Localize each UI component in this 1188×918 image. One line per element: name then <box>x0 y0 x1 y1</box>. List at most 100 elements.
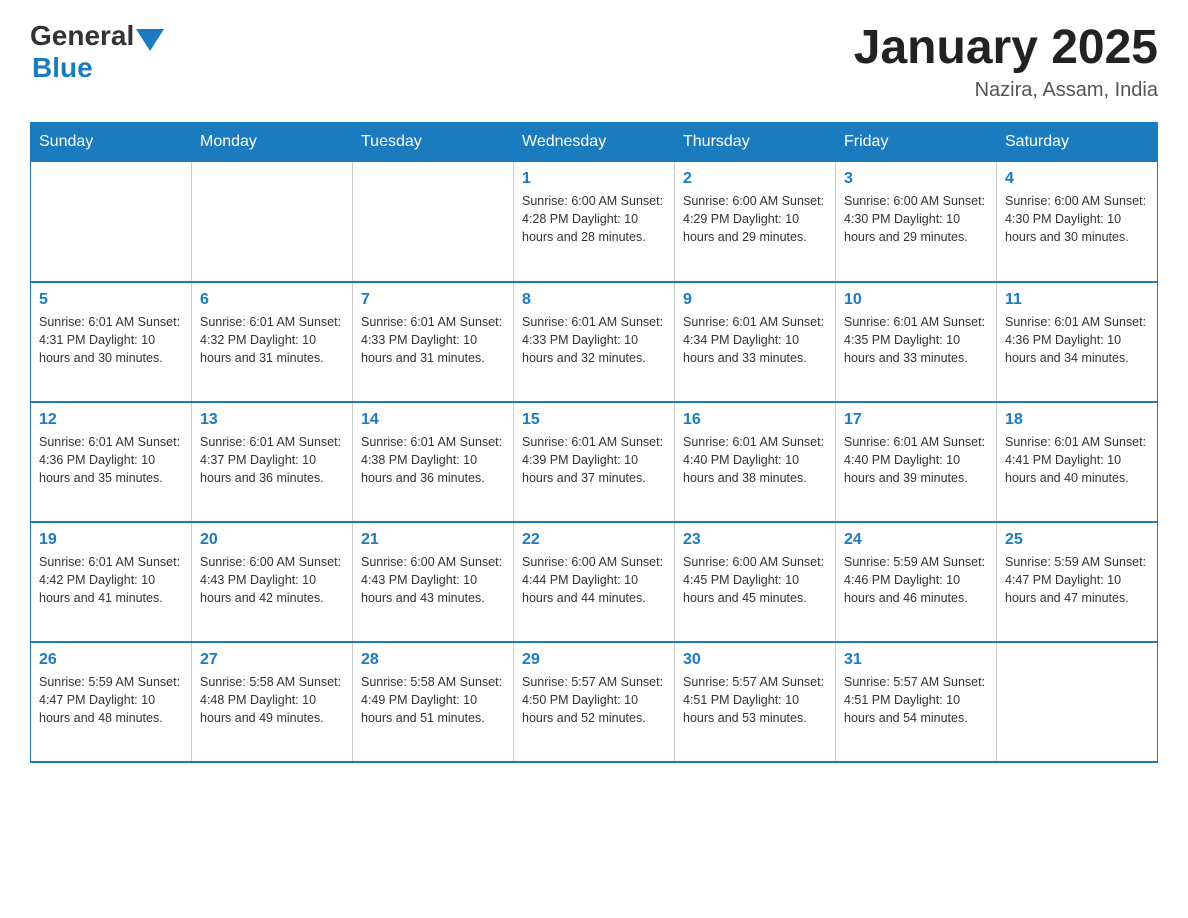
day-info: Sunrise: 6:01 AM Sunset: 4:37 PM Dayligh… <box>200 433 344 487</box>
calendar-day-cell: 17 Sunrise: 6:01 AM Sunset: 4:40 PM Dayli… <box>836 402 997 522</box>
day-number: 12 <box>39 411 183 429</box>
day-info: Sunrise: 6:00 AM Sunset: 4:43 PM Dayligh… <box>361 553 505 607</box>
day-info: Sunrise: 5:57 AM Sunset: 4:51 PM Dayligh… <box>844 673 988 727</box>
day-info: Sunrise: 6:00 AM Sunset: 4:44 PM Dayligh… <box>522 553 666 607</box>
day-info: Sunrise: 6:01 AM Sunset: 4:41 PM Dayligh… <box>1005 433 1149 487</box>
calendar-week-row: 5Sunrise: 6:01 AM Sunset: 4:31 PM Daylig… <box>31 282 1158 402</box>
calendar-day-cell: 11 Sunrise: 6:01 AM Sunset: 4:36 PM Dayli… <box>997 282 1158 402</box>
day-info: Sunrise: 5:57 AM Sunset: 4:50 PM Dayligh… <box>522 673 666 727</box>
day-info: Sunrise: 6:00 AM Sunset: 4:45 PM Dayligh… <box>683 553 827 607</box>
calendar-subtitle: Nazira, Assam, India <box>854 79 1158 102</box>
day-info: Sunrise: 6:00 AM Sunset: 4:28 PM Dayligh… <box>522 192 666 246</box>
logo-blue-text: Blue <box>32 52 164 84</box>
calendar-day-cell: 5Sunrise: 6:01 AM Sunset: 4:31 PM Daylig… <box>31 282 192 402</box>
day-number: 23 <box>683 531 827 549</box>
calendar-day-cell: 30Sunrise: 5:57 AM Sunset: 4:51 PM Dayli… <box>675 642 836 762</box>
calendar-day-cell: 9Sunrise: 6:01 AM Sunset: 4:34 PM Daylig… <box>675 282 836 402</box>
calendar-day-cell: 18 Sunrise: 6:01 AM Sunset: 4:41 PM Dayli… <box>997 402 1158 522</box>
calendar-header-row: SundayMondayTuesdayWednesdayThursdayFrid… <box>31 123 1158 162</box>
calendar-day-cell: 21 Sunrise: 6:00 AM Sunset: 4:43 PM Dayli… <box>353 522 514 642</box>
day-number: 5 <box>39 291 183 309</box>
day-info: Sunrise: 6:01 AM Sunset: 4:34 PM Dayligh… <box>683 313 827 367</box>
day-number: 14 <box>361 411 505 429</box>
day-number: 8 <box>522 291 666 309</box>
day-number: 16 <box>683 411 827 429</box>
calendar-day-cell: 27 Sunrise: 5:58 AM Sunset: 4:48 PM Dayli… <box>192 642 353 762</box>
calendar-day-cell: 3Sunrise: 6:00 AM Sunset: 4:30 PM Daylig… <box>836 162 997 282</box>
day-number: 15 <box>522 411 666 429</box>
calendar-table: SundayMondayTuesdayWednesdayThursdayFrid… <box>30 122 1158 763</box>
day-number: 30 <box>683 651 827 669</box>
calendar-day-cell: 10Sunrise: 6:01 AM Sunset: 4:35 PM Dayli… <box>836 282 997 402</box>
calendar-day-cell: 22 Sunrise: 6:00 AM Sunset: 4:44 PM Dayli… <box>514 522 675 642</box>
day-info: Sunrise: 6:01 AM Sunset: 4:35 PM Dayligh… <box>844 313 988 367</box>
day-number: 26 <box>39 651 183 669</box>
day-info: Sunrise: 5:59 AM Sunset: 4:46 PM Dayligh… <box>844 553 988 607</box>
day-info: Sunrise: 6:01 AM Sunset: 4:40 PM Dayligh… <box>844 433 988 487</box>
calendar-day-cell <box>192 162 353 282</box>
day-info: Sunrise: 5:58 AM Sunset: 4:49 PM Dayligh… <box>361 673 505 727</box>
day-number: 6 <box>200 291 344 309</box>
logo-triangle-icon <box>136 29 164 51</box>
day-of-week-header: Monday <box>192 123 353 162</box>
day-info: Sunrise: 6:00 AM Sunset: 4:30 PM Dayligh… <box>1005 192 1149 246</box>
day-number: 21 <box>361 531 505 549</box>
calendar-day-cell: 13 Sunrise: 6:01 AM Sunset: 4:37 PM Dayli… <box>192 402 353 522</box>
calendar-day-cell: 20Sunrise: 6:00 AM Sunset: 4:43 PM Dayli… <box>192 522 353 642</box>
day-number: 18 <box>1005 411 1149 429</box>
day-number: 22 <box>522 531 666 549</box>
day-info: Sunrise: 6:01 AM Sunset: 4:42 PM Dayligh… <box>39 553 183 607</box>
calendar-day-cell <box>997 642 1158 762</box>
calendar-day-cell: 8 Sunrise: 6:01 AM Sunset: 4:33 PM Daylig… <box>514 282 675 402</box>
calendar-day-cell: 14 Sunrise: 6:01 AM Sunset: 4:38 PM Dayli… <box>353 402 514 522</box>
page-header: General Blue January 2025 Nazira, Assam,… <box>30 20 1158 102</box>
day-number: 4 <box>1005 170 1149 188</box>
day-of-week-header: Tuesday <box>353 123 514 162</box>
day-number: 3 <box>844 170 988 188</box>
day-number: 17 <box>844 411 988 429</box>
calendar-day-cell <box>353 162 514 282</box>
day-number: 19 <box>39 531 183 549</box>
day-of-week-header: Thursday <box>675 123 836 162</box>
calendar-day-cell: 4 Sunrise: 6:00 AM Sunset: 4:30 PM Daylig… <box>997 162 1158 282</box>
day-number: 28 <box>361 651 505 669</box>
day-number: 2 <box>683 170 827 188</box>
day-number: 31 <box>844 651 988 669</box>
day-info: Sunrise: 6:01 AM Sunset: 4:40 PM Dayligh… <box>683 433 827 487</box>
day-number: 11 <box>1005 291 1149 309</box>
day-info: Sunrise: 6:01 AM Sunset: 4:36 PM Dayligh… <box>1005 313 1149 367</box>
calendar-week-row: 26 Sunrise: 5:59 AM Sunset: 4:47 PM Dayli… <box>31 642 1158 762</box>
day-of-week-header: Sunday <box>31 123 192 162</box>
day-info: Sunrise: 5:59 AM Sunset: 4:47 PM Dayligh… <box>39 673 183 727</box>
day-number: 27 <box>200 651 344 669</box>
calendar-day-cell: 1 Sunrise: 6:00 AM Sunset: 4:28 PM Daylig… <box>514 162 675 282</box>
calendar-day-cell: 12 Sunrise: 6:01 AM Sunset: 4:36 PM Dayli… <box>31 402 192 522</box>
day-info: Sunrise: 5:58 AM Sunset: 4:48 PM Dayligh… <box>200 673 344 727</box>
day-info: Sunrise: 6:01 AM Sunset: 4:33 PM Dayligh… <box>361 313 505 367</box>
calendar-week-row: 12 Sunrise: 6:01 AM Sunset: 4:36 PM Dayli… <box>31 402 1158 522</box>
calendar-day-cell: 28 Sunrise: 5:58 AM Sunset: 4:49 PM Dayli… <box>353 642 514 762</box>
calendar-day-cell: 31 Sunrise: 5:57 AM Sunset: 4:51 PM Dayli… <box>836 642 997 762</box>
day-info: Sunrise: 6:01 AM Sunset: 4:39 PM Dayligh… <box>522 433 666 487</box>
day-of-week-header: Friday <box>836 123 997 162</box>
day-number: 13 <box>200 411 344 429</box>
calendar-day-cell: 16 Sunrise: 6:01 AM Sunset: 4:40 PM Dayli… <box>675 402 836 522</box>
day-info: Sunrise: 6:01 AM Sunset: 4:38 PM Dayligh… <box>361 433 505 487</box>
logo: General Blue <box>30 20 164 84</box>
calendar-day-cell: 29Sunrise: 5:57 AM Sunset: 4:50 PM Dayli… <box>514 642 675 762</box>
calendar-day-cell: 24Sunrise: 5:59 AM Sunset: 4:46 PM Dayli… <box>836 522 997 642</box>
day-number: 7 <box>361 291 505 309</box>
calendar-day-cell: 6 Sunrise: 6:01 AM Sunset: 4:32 PM Daylig… <box>192 282 353 402</box>
day-number: 25 <box>1005 531 1149 549</box>
day-info: Sunrise: 6:00 AM Sunset: 4:29 PM Dayligh… <box>683 192 827 246</box>
day-number: 1 <box>522 170 666 188</box>
day-info: Sunrise: 6:01 AM Sunset: 4:33 PM Dayligh… <box>522 313 666 367</box>
day-info: Sunrise: 6:01 AM Sunset: 4:32 PM Dayligh… <box>200 313 344 367</box>
calendar-week-row: 19 Sunrise: 6:01 AM Sunset: 4:42 PM Dayli… <box>31 522 1158 642</box>
calendar-day-cell: 2 Sunrise: 6:00 AM Sunset: 4:29 PM Daylig… <box>675 162 836 282</box>
calendar-week-row: 1 Sunrise: 6:00 AM Sunset: 4:28 PM Daylig… <box>31 162 1158 282</box>
day-info: Sunrise: 6:01 AM Sunset: 4:36 PM Dayligh… <box>39 433 183 487</box>
logo-general-text: General <box>30 20 134 52</box>
day-number: 20 <box>200 531 344 549</box>
calendar-day-cell <box>31 162 192 282</box>
